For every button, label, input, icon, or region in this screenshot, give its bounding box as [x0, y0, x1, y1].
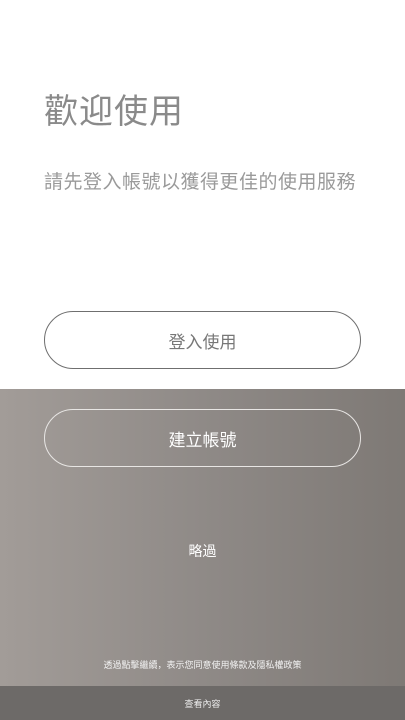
view-content-label: 查看內容: [184, 699, 221, 710]
create-account-button-label: 建立帳號: [168, 430, 237, 451]
login-button-label: 登入使用: [168, 332, 237, 353]
view-content-bar[interactable]: 查看內容: [0, 686, 405, 720]
terms-notice: 透過點擊繼續，表示您同意使用條款及隱私權政策: [103, 661, 302, 671]
login-button[interactable]: 登入使用: [44, 311, 361, 369]
create-account-button[interactable]: 建立帳號: [44, 409, 361, 467]
skip-link[interactable]: 略過: [0, 541, 405, 561]
welcome-panel: 歡迎使用 請先登入帳號以獲得更佳的使用服務 登入使用: [0, 0, 405, 389]
page-title: 歡迎使用: [44, 92, 184, 132]
action-panel: 建立帳號 略過 透過點擊繼續，表示您同意使用條款及隱私權政策: [0, 389, 405, 686]
page-subtitle: 請先登入帳號以獲得更佳的使用服務: [44, 171, 357, 193]
